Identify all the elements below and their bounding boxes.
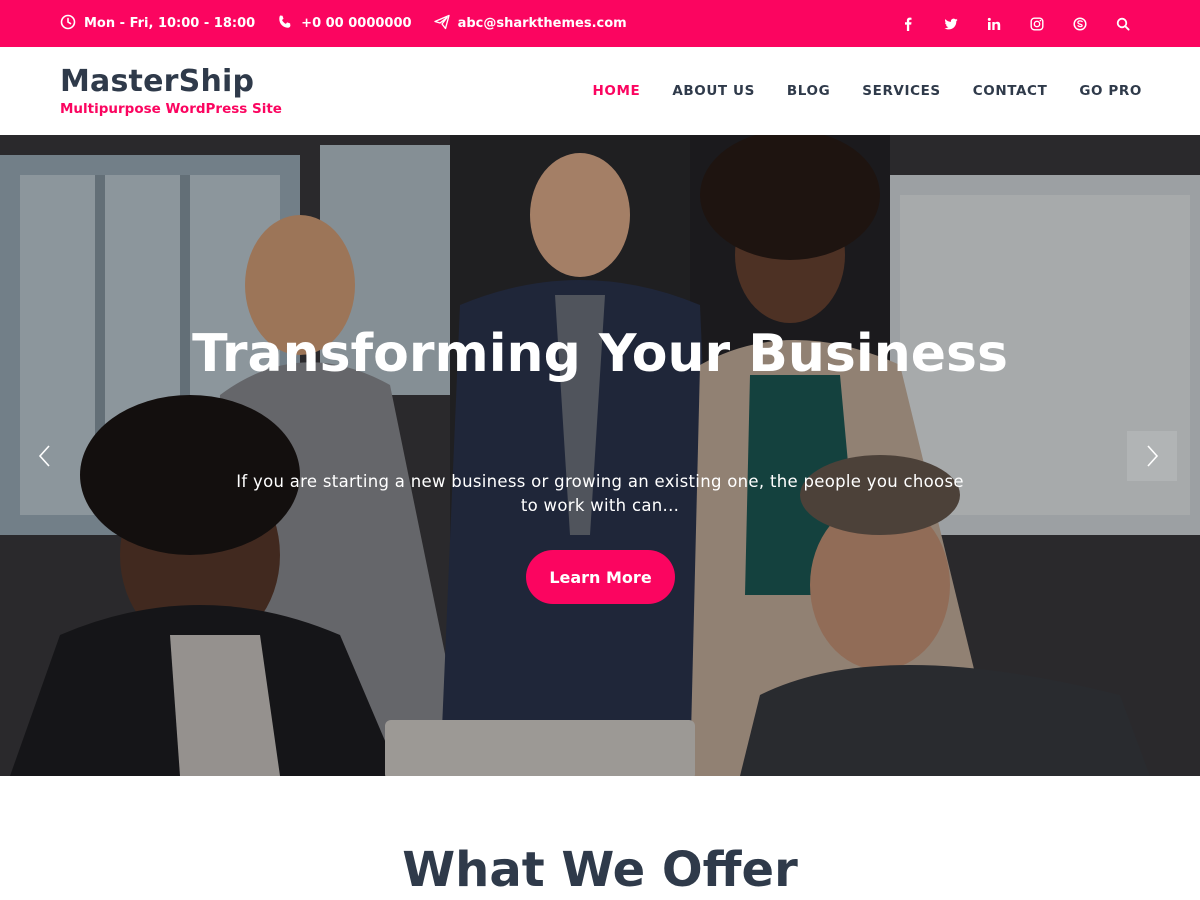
hero-description: If you are starting a new business or gr… xyxy=(236,472,964,515)
main-navigation: HOME ABOUT US BLOG SERVICES CONTACT GO P… xyxy=(561,47,1143,135)
nav-item-about-us[interactable]: ABOUT US xyxy=(672,83,755,99)
nav-item-contact[interactable]: CONTACT xyxy=(973,83,1048,99)
top-bar: Mon - Fri, 10:00 - 18:00 +0 00 0000000 a… xyxy=(0,0,1200,47)
phone-icon xyxy=(277,14,301,34)
nav-item-blog[interactable]: BLOG xyxy=(787,83,830,99)
social-links xyxy=(886,0,1144,47)
hours-text: Mon - Fri, 10:00 - 18:00 xyxy=(84,16,256,31)
phone-info[interactable]: +0 00 0000000 xyxy=(277,14,412,34)
site-header: MasterShip Multipurpose WordPress Site H… xyxy=(0,47,1200,135)
hours-info: Mon - Fri, 10:00 - 18:00 xyxy=(60,14,255,34)
slider-prev-arrow[interactable] xyxy=(20,431,70,481)
phone-text: +0 00 0000000 xyxy=(301,16,412,31)
linkedin-icon[interactable] xyxy=(972,0,1015,47)
section-title: What We Offer xyxy=(402,842,798,898)
learn-more-button[interactable]: Learn More xyxy=(526,550,675,604)
twitter-icon[interactable] xyxy=(929,0,972,47)
services-section: What We Offer xyxy=(0,776,1200,900)
site-tagline: Multipurpose WordPress Site xyxy=(60,101,282,117)
email-text: abc@sharkthemes.com xyxy=(457,16,627,31)
instagram-icon[interactable] xyxy=(1015,0,1058,47)
chevron-right-icon xyxy=(1147,445,1159,467)
skype-icon[interactable] xyxy=(1058,0,1101,47)
nav-item-services[interactable]: SERVICES xyxy=(862,83,940,99)
send-icon xyxy=(433,14,458,34)
clock-icon xyxy=(60,14,84,34)
nav-item-home[interactable]: HOME xyxy=(593,83,641,99)
site-title[interactable]: MasterShip xyxy=(60,64,282,100)
contact-info: Mon - Fri, 10:00 - 18:00 +0 00 0000000 a… xyxy=(60,0,649,47)
search-icon[interactable] xyxy=(1101,0,1144,47)
site-branding: MasterShip Multipurpose WordPress Site xyxy=(60,64,282,117)
slider-next-arrow[interactable] xyxy=(1127,431,1177,481)
facebook-icon[interactable] xyxy=(886,0,929,47)
email-info[interactable]: abc@sharkthemes.com xyxy=(433,14,627,34)
hero-overlay xyxy=(0,135,1200,776)
nav-item-go-pro[interactable]: GO PRO xyxy=(1079,83,1142,99)
chevron-left-icon xyxy=(38,445,50,467)
hero-slider: Transforming Your Business If you are st… xyxy=(0,135,1200,776)
hero-title: Transforming Your Business xyxy=(192,324,1008,384)
